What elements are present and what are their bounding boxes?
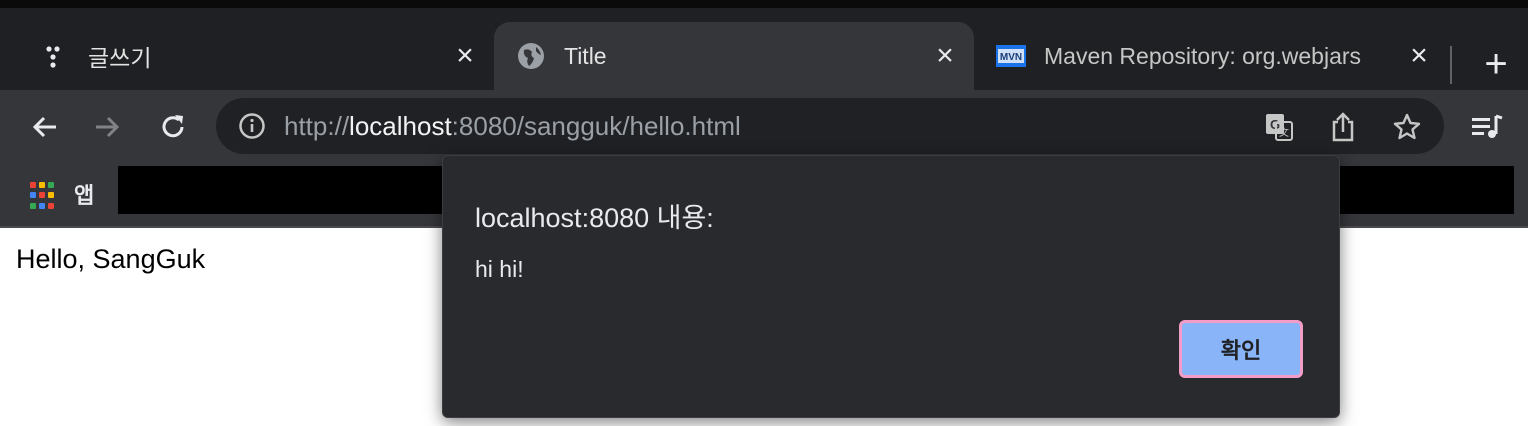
page-text: Hello, SangGuk — [16, 244, 206, 274]
dialog-title: localhost:8080 내용: — [475, 203, 714, 233]
close-tab-icon[interactable]: × — [450, 41, 480, 71]
alert-dialog: localhost:8080 내용: hi hi! 확인 — [442, 155, 1340, 418]
reload-button[interactable] — [156, 110, 190, 144]
forward-button[interactable] — [90, 110, 124, 144]
close-tab-icon[interactable]: × — [930, 41, 960, 71]
tab-separator — [1450, 46, 1452, 84]
address-bar[interactable]: http://localhost:8080/sangguk/hello.html… — [216, 98, 1444, 154]
site-info-icon[interactable] — [238, 112, 266, 140]
new-tab-button[interactable]: + — [1478, 44, 1514, 84]
url-text[interactable]: http://localhost:8080/sangguk/hello.html — [284, 111, 741, 142]
close-tab-icon[interactable]: × — [1404, 41, 1434, 71]
browser-toolbar: http://localhost:8080/sangguk/hello.html… — [0, 90, 1528, 164]
three-dots-favicon-icon — [40, 41, 70, 71]
share-icon[interactable] — [1328, 112, 1358, 142]
tab-strip: 글쓰기 × Title × MVN Maven Repository: org.… — [0, 8, 1528, 90]
tab-title[interactable]: Title × — [494, 22, 974, 90]
maven-favicon-icon: MVN — [996, 41, 1026, 71]
apps-grid-icon[interactable] — [30, 182, 58, 210]
svg-text:文: 文 — [1279, 126, 1289, 139]
url-path: :8080/sangguk/hello.html — [451, 111, 741, 141]
tab-label: 글쓰기 — [88, 45, 152, 71]
apps-label[interactable]: 앱 — [74, 178, 94, 210]
svg-text:MVN: MVN — [1000, 52, 1022, 63]
tab-label: Maven Repository: org.webjars — [1044, 42, 1362, 69]
dialog-message: hi hi! — [475, 256, 524, 282]
tab-label: Title — [564, 42, 607, 69]
url-scheme: http:// — [284, 111, 350, 141]
globe-icon — [516, 41, 546, 71]
back-button[interactable] — [28, 110, 62, 144]
tab-maven-repository[interactable]: MVN Maven Repository: org.webjars × — [974, 22, 1444, 90]
url-host: localhost — [349, 111, 452, 141]
translate-icon[interactable]: G文 — [1264, 112, 1294, 142]
bookmark-star-icon[interactable] — [1392, 112, 1422, 142]
ok-button[interactable]: 확인 — [1179, 320, 1303, 378]
media-control-icon[interactable] — [1470, 110, 1504, 144]
window-top-edge — [0, 0, 1528, 8]
tab-write[interactable]: 글쓰기 × — [20, 22, 494, 90]
